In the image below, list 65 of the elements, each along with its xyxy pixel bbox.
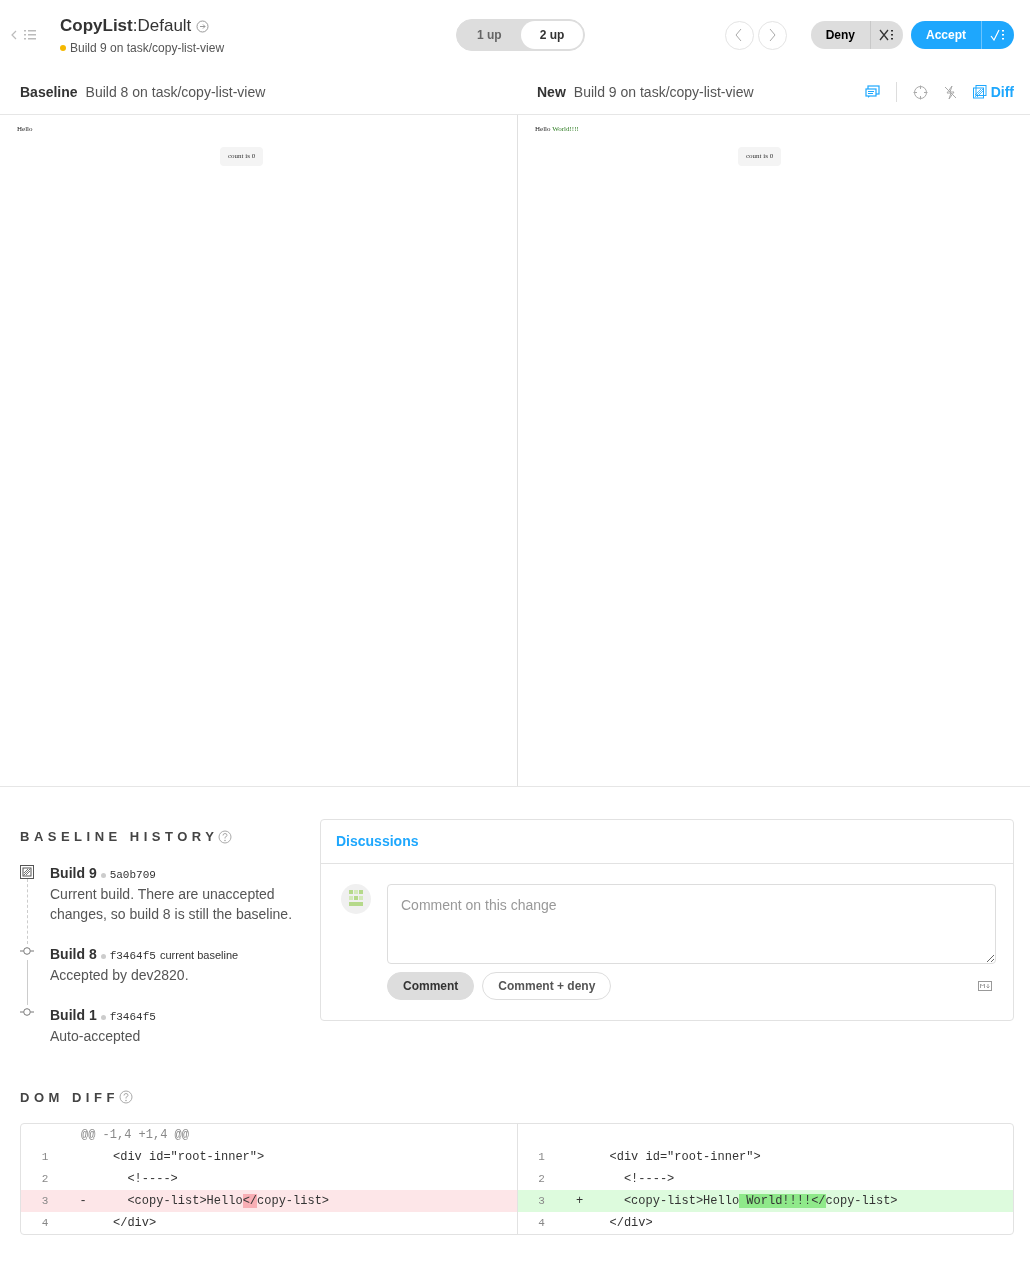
line-number: 1: [537, 1149, 546, 1165]
help-icon: [218, 829, 233, 844]
x-list-icon[interactable]: [879, 29, 895, 41]
status-dot: [60, 44, 66, 51]
arrow-circle-icon[interactable]: [196, 19, 210, 33]
avatar-icon: [341, 884, 371, 914]
commit-icon: [20, 945, 34, 956]
code-line: <!---->: [126, 1171, 178, 1188]
crosshair-icon[interactable]: [912, 84, 928, 100]
build-description: Accepted by dev2820.: [50, 965, 190, 985]
line-number: 1: [40, 1149, 50, 1165]
view-mode-tab[interactable]: 1 up: [458, 21, 521, 49]
line-number: 4: [537, 1215, 546, 1231]
view-mode-tab[interactable]: 2 up: [520, 21, 584, 49]
commit-hash: f3464f5: [109, 1009, 156, 1025]
markdown-icon: [978, 981, 992, 991]
comment-field[interactable]: Comment on this change: [387, 884, 996, 964]
commit-hash: 5a0b709: [109, 867, 156, 883]
code-line: <copy-list>Hello World!!!!</copy-list>: [622, 1193, 898, 1210]
commit-icon: [20, 1006, 34, 1017]
code-line: <div id="root-inner">: [608, 1149, 761, 1166]
pane-label: Baseline: [20, 82, 78, 102]
build-description: Current build. There are unaccepted changes, so build 8 is still the baseline.: [50, 884, 294, 924]
pane-build: Build 8 on task/copy-list-view: [85, 82, 266, 102]
build-name: Build 1: [50, 1005, 97, 1025]
build-name: Build 9: [50, 863, 97, 883]
diff-sign: -: [78, 1193, 88, 1210]
diff-squares-icon: [20, 864, 34, 879]
strobe-off-icon[interactable]: [943, 84, 957, 100]
code-line: </div>: [608, 1215, 653, 1232]
line-number: 3: [537, 1193, 546, 1209]
previous-button[interactable]: [724, 20, 754, 50]
check-list-icon[interactable]: [990, 29, 1006, 41]
code-line: <copy-list>Hello</copy-list>: [126, 1193, 330, 1210]
line-number: 2: [537, 1171, 546, 1187]
build-name: Build 8: [50, 944, 97, 964]
next-button[interactable]: [757, 20, 787, 50]
line-number: 2: [40, 1171, 50, 1187]
component-name: CopyList: [60, 15, 133, 38]
line-number: 3: [40, 1193, 50, 1209]
section-title: BASELINE HISTORY: [20, 828, 219, 846]
code-line: <div id="root-inner">: [112, 1149, 265, 1166]
diff-sign: +: [574, 1193, 585, 1210]
comment-deny-button[interactable]: Comment + deny: [482, 972, 612, 1000]
baseline-note: current baseline: [159, 947, 239, 963]
chevron-right-icon: [768, 28, 777, 42]
comment-button[interactable]: Comment: [387, 972, 475, 1000]
pane-build: Build 9 on task/copy-list-view: [573, 82, 754, 102]
pane-label: New: [537, 82, 566, 102]
separator: :: [132, 15, 138, 38]
comments-icon[interactable]: [864, 85, 880, 99]
hunk-header: @@ -1,4 +1,4 @@: [80, 1127, 190, 1144]
build-description: Auto-accepted: [50, 1026, 142, 1046]
help-icon: [118, 1090, 133, 1105]
diff-squares-icon: [972, 85, 987, 99]
code-line: <!---->: [622, 1171, 675, 1188]
section-title: DOM DIFF: [20, 1088, 119, 1107]
code-line: </div>: [112, 1215, 157, 1232]
story-name: Default: [137, 15, 192, 38]
menu-icon[interactable]: [24, 30, 36, 40]
build-info: Build 9 on task/copy-list-view: [70, 39, 225, 57]
back-icon[interactable]: [10, 29, 18, 41]
chevron-left-icon: [735, 28, 744, 42]
commit-hash: f3464f5: [109, 948, 156, 964]
line-number: 4: [40, 1215, 50, 1231]
